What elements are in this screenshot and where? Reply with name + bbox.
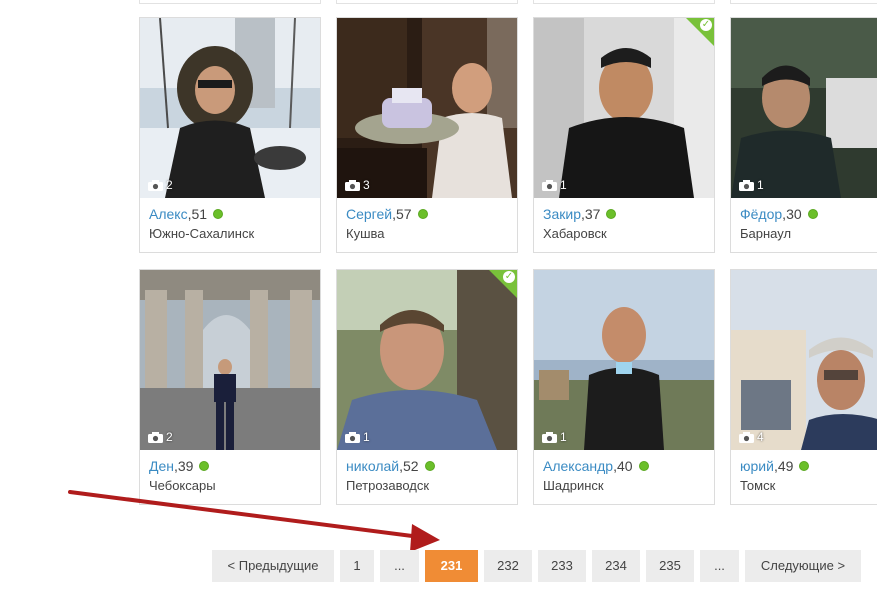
photo-count-value: 1 — [757, 178, 764, 192]
pagination: < Предыдущие 1 ... 231 232 233 234 235 .… — [212, 550, 861, 582]
profile-name-link[interactable]: Алекс — [149, 206, 188, 222]
profile-age: 37 — [584, 206, 601, 222]
online-dot-icon — [606, 209, 617, 219]
profile-card[interactable]: 1 Фёдор, 30 Барнаул — [730, 17, 877, 253]
online-dot-icon — [417, 209, 428, 219]
online-dot-icon — [199, 461, 210, 471]
card-stub — [139, 0, 321, 4]
profile-photo[interactable]: ✓ 1 — [534, 18, 714, 198]
online-dot-icon — [638, 461, 649, 471]
photo-count-value: 1 — [560, 178, 567, 192]
photo-count-value: 3 — [363, 178, 370, 192]
profile-photo[interactable]: 1 — [731, 18, 877, 198]
camera-icon — [148, 431, 163, 443]
online-dot-icon — [424, 461, 435, 471]
photo-count-value: 4 — [757, 430, 764, 444]
online-dot-icon — [799, 461, 810, 471]
profile-photo[interactable]: 3 — [337, 18, 517, 198]
camera-icon — [148, 179, 163, 191]
photo-count: 1 — [345, 430, 370, 444]
online-dot-icon — [213, 209, 224, 219]
page-232-button[interactable]: 232 — [484, 550, 532, 582]
camera-icon — [739, 179, 754, 191]
profile-city: Петрозаводск — [346, 478, 430, 493]
camera-icon — [542, 179, 557, 191]
profile-name-link[interactable]: Ден — [149, 458, 174, 474]
profile-photo[interactable]: 2 — [140, 18, 320, 198]
profile-photo[interactable]: 4 — [731, 270, 877, 450]
profile-card[interactable]: ✓ 1 Закир, 37 Хабаровск — [533, 17, 715, 253]
profile-card[interactable]: 2 Ден, 39 Чебоксары — [139, 269, 321, 505]
profile-city: Барнаул — [740, 226, 792, 241]
profile-name-link[interactable]: Закир — [543, 206, 581, 222]
page-235-button[interactable]: 235 — [646, 550, 694, 582]
camera-icon — [739, 431, 754, 443]
photo-count-value: 2 — [166, 178, 173, 192]
photo-count: 2 — [148, 178, 173, 192]
photo-count: 4 — [739, 430, 764, 444]
card-stub — [336, 0, 518, 4]
profile-city: Томск — [740, 478, 776, 493]
page-233-button[interactable]: 233 — [538, 550, 586, 582]
photo-count-value: 1 — [363, 430, 370, 444]
page-1-button[interactable]: 1 — [340, 550, 374, 582]
photo-count: 3 — [345, 178, 370, 192]
photo-count: 1 — [542, 430, 567, 444]
prev-page-button[interactable]: < Предыдущие — [212, 550, 334, 582]
profile-age: 51 — [191, 206, 208, 222]
profile-photo[interactable]: 2 — [140, 270, 320, 450]
next-page-button[interactable]: Следующие > — [745, 550, 861, 582]
verified-check-icon: ✓ — [503, 271, 515, 283]
photo-count: 2 — [148, 430, 173, 444]
page-ellipsis: ... — [700, 550, 739, 582]
profile-name-link[interactable]: Александр — [543, 458, 613, 474]
camera-icon — [542, 431, 557, 443]
profile-city: Шадринск — [543, 478, 604, 493]
profile-name-link[interactable]: николай — [346, 458, 399, 474]
profile-city: Хабаровск — [543, 226, 607, 241]
page-ellipsis: ... — [380, 550, 419, 582]
profile-card[interactable]: 2 Алекс, 51 Южно-Сахалинск — [139, 17, 321, 253]
profile-name-link[interactable]: Сергей — [346, 206, 392, 222]
photo-count: 1 — [542, 178, 567, 192]
current-page-button[interactable]: 231 — [425, 550, 478, 582]
profile-age: 40 — [616, 458, 633, 474]
verified-check-icon: ✓ — [700, 19, 712, 31]
profile-name-link[interactable]: Фёдор — [740, 206, 782, 222]
profile-age: 49 — [777, 458, 794, 474]
profile-city: Чебоксары — [149, 478, 216, 493]
profile-name-link[interactable]: юрий — [740, 458, 774, 474]
online-dot-icon — [807, 209, 818, 219]
profile-city: Южно-Сахалинск — [149, 226, 255, 241]
card-stub — [533, 0, 715, 4]
photo-count-value: 2 — [166, 430, 173, 444]
profile-photo[interactable]: ✓ 1 — [337, 270, 517, 450]
profile-age: 39 — [177, 458, 194, 474]
page-234-button[interactable]: 234 — [592, 550, 640, 582]
card-stub — [730, 0, 877, 4]
profile-age: 57 — [395, 206, 412, 222]
profile-card[interactable]: 1 Александр, 40 Шадринск — [533, 269, 715, 505]
profile-city: Кушва — [346, 226, 385, 241]
camera-icon — [345, 179, 360, 191]
profile-card[interactable]: 3 Сергей, 57 Кушва — [336, 17, 518, 253]
photo-count: 1 — [739, 178, 764, 192]
profile-age: 30 — [786, 206, 802, 222]
profile-card[interactable]: ✓ 1 николай, 52 Петрозаводск — [336, 269, 518, 505]
camera-icon — [345, 431, 360, 443]
photo-count-value: 1 — [560, 430, 567, 444]
profile-age: 52 — [402, 458, 419, 474]
profile-card[interactable]: 4 юрий, 49 Томск — [730, 269, 877, 505]
profile-photo[interactable]: 1 — [534, 270, 714, 450]
